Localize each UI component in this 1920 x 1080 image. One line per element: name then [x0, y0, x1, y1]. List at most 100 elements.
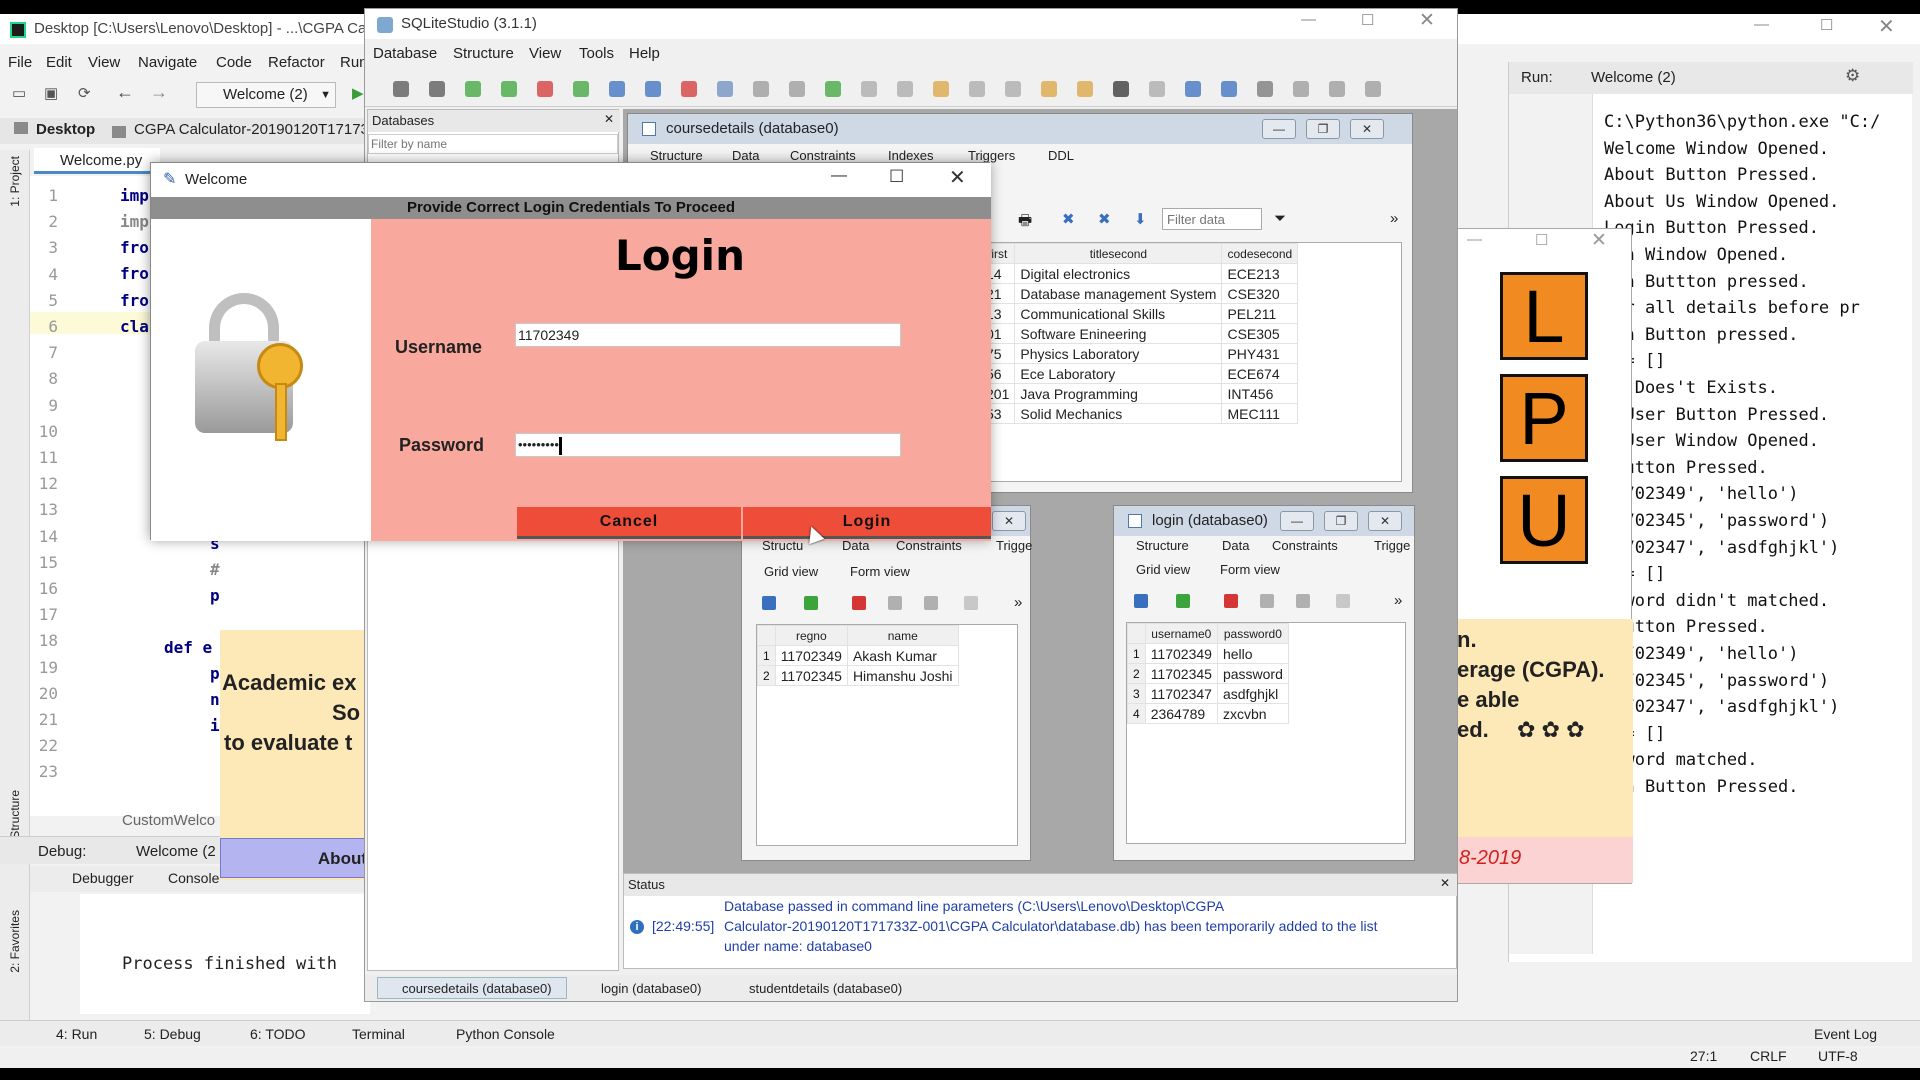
- username-field[interactable]: 11702349: [515, 323, 901, 347]
- close-icon[interactable]: ✕: [1440, 876, 1450, 890]
- table-row[interactable]: 3 11702347 asdfghjkl: [1127, 683, 1289, 704]
- run-config-select[interactable]: Welcome (2) ▼: [196, 82, 336, 108]
- toolbar-button-icon[interactable]: [897, 81, 913, 97]
- table-row[interactable]: 56 Ece Laboratory ECE674: [979, 363, 1299, 384]
- minimize-button[interactable]: —: [1262, 119, 1296, 139]
- toolbar-button-icon[interactable]: [501, 81, 517, 97]
- tab-grid-view[interactable]: Grid view: [1136, 562, 1190, 577]
- close-button[interactable]: ✕: [1368, 511, 1402, 531]
- tab-form-view[interactable]: Form view: [850, 564, 910, 579]
- table-row[interactable]: 4 2364789 zxcvbn: [1127, 703, 1289, 724]
- export-icon[interactable]: ⬇: [1134, 210, 1147, 228]
- toolbar-button-icon[interactable]: [1365, 81, 1381, 97]
- first-page-icon[interactable]: ✖: [1062, 210, 1075, 228]
- toolbar-button-icon[interactable]: [1005, 81, 1021, 97]
- databases-filter-input[interactable]: [368, 134, 618, 154]
- menu-code[interactable]: Code: [216, 54, 252, 71]
- sync-icon[interactable]: ⟳: [78, 84, 91, 102]
- toolbar-button-icon[interactable]: [789, 81, 805, 97]
- filter-data-input[interactable]: [1162, 208, 1262, 230]
- toolbar-button-icon[interactable]: [681, 81, 697, 97]
- table-row[interactable]: 1 11702349 hello: [1127, 643, 1289, 664]
- tab-structure[interactable]: Structure: [650, 148, 703, 163]
- add-row-icon[interactable]: [804, 596, 818, 610]
- toolbar-button-icon[interactable]: [537, 81, 553, 97]
- menu-file[interactable]: File: [8, 54, 32, 71]
- password-field[interactable]: •••••••••: [515, 433, 901, 457]
- toolbar-button-icon[interactable]: [1149, 81, 1165, 97]
- run-tab[interactable]: Welcome (2): [1591, 69, 1676, 86]
- table-cell[interactable]: hello: [1216, 643, 1289, 664]
- refresh-icon[interactable]: [1134, 594, 1148, 608]
- close-icon[interactable]: ✕: [949, 165, 966, 190]
- table-row[interactable]: 14 Digital electronics ECE213: [979, 263, 1299, 284]
- table-cell[interactable]: INT456: [1221, 383, 1299, 404]
- table-cell[interactable]: Himanshu Joshi: [846, 665, 959, 686]
- table-cell[interactable]: 11702347: [1144, 683, 1218, 704]
- column-header[interactable]: name: [846, 625, 959, 646]
- column-header[interactable]: username0: [1144, 623, 1218, 644]
- task-tab-login[interactable]: login (database0): [601, 981, 701, 996]
- table-cell[interactable]: CSE305: [1221, 323, 1299, 344]
- menu-refactor[interactable]: Refactor: [268, 54, 325, 71]
- table-cell[interactable]: 2364789: [1144, 703, 1218, 724]
- menu-structure[interactable]: Structure: [453, 45, 514, 62]
- table-row[interactable]: 1 11702349 Akash Kumar: [757, 645, 959, 666]
- console-tab[interactable]: Console: [168, 870, 219, 886]
- menu-view[interactable]: View: [529, 45, 561, 62]
- toolbar-button-icon[interactable]: [933, 81, 949, 97]
- task-tab-studentdetails[interactable]: studentdetails (database0): [749, 981, 902, 996]
- close-button[interactable]: ✕: [992, 511, 1026, 531]
- more-icon[interactable]: »: [1394, 592, 1402, 609]
- table-cell[interactable]: ECE213: [1221, 263, 1299, 284]
- about-button[interactable]: About: [220, 838, 370, 878]
- table-cell[interactable]: Akash Kumar: [846, 645, 959, 666]
- table-cell[interactable]: MEC111: [1221, 403, 1299, 424]
- task-tab-coursedetails[interactable]: coursedetails (database0): [377, 977, 567, 999]
- menu-view[interactable]: View: [88, 54, 120, 71]
- debugger-tab[interactable]: Debugger: [72, 870, 134, 886]
- project-tool-tab[interactable]: 1: Project: [8, 156, 22, 207]
- debug-tool-tab[interactable]: 5: Debug: [144, 1026, 201, 1042]
- tab-ddl[interactable]: DDL: [1048, 148, 1074, 163]
- table-cell[interactable]: 11702349: [774, 645, 848, 666]
- table-cell[interactable]: Digital electronics: [1014, 263, 1223, 284]
- coursedetails-grid[interactable]: first titlesecond codesecond 14 Digital elec…: [979, 242, 1402, 482]
- toolbar-button-icon[interactable]: [1257, 81, 1273, 97]
- tab-triggers[interactable]: Trigge: [1374, 538, 1410, 553]
- restore-button[interactable]: ❐: [1324, 511, 1358, 531]
- table-cell[interactable]: Communicational Skills: [1014, 303, 1223, 324]
- breadcrumb-folder[interactable]: CGPA Calculator-20190120T17173: [134, 121, 369, 138]
- more-icon[interactable]: »: [1014, 594, 1022, 611]
- table-cell[interactable]: CSE320: [1221, 283, 1299, 304]
- table-cell[interactable]: password: [1216, 663, 1289, 684]
- maximize-icon[interactable]: ☐: [1535, 231, 1548, 249]
- print-icon[interactable]: 🖶: [1018, 210, 1032, 235]
- table-cell[interactable]: Physics Laboratory: [1014, 343, 1223, 364]
- table-cell[interactable]: Software Enineering: [1014, 323, 1223, 344]
- toolbar-button-icon[interactable]: [465, 81, 481, 97]
- table-row[interactable]: 01 Software Enineering CSE305: [979, 323, 1299, 344]
- restore-button[interactable]: ❐: [1306, 119, 1340, 139]
- breadcrumb-root[interactable]: Desktop: [36, 121, 95, 138]
- event-log-tab[interactable]: Event Log: [1814, 1026, 1877, 1042]
- table-cell[interactable]: 11702345: [774, 665, 848, 686]
- table-cell[interactable]: zxcvbn: [1216, 703, 1289, 724]
- tab-constraints[interactable]: Constraints: [1272, 538, 1338, 553]
- toolbar-button-icon[interactable]: [1185, 81, 1201, 97]
- menu-database[interactable]: Database: [373, 45, 437, 62]
- gear-icon[interactable]: ⚙: [1845, 66, 1860, 86]
- toolbar-button-icon[interactable]: [969, 81, 985, 97]
- table-row[interactable]: 2 11702345 Himanshu Joshi: [757, 665, 959, 686]
- add-row-icon[interactable]: [1176, 594, 1190, 608]
- table-cell[interactable]: 11702345: [1144, 663, 1218, 684]
- close-icon[interactable]: ✕: [1419, 9, 1435, 32]
- table-cell[interactable]: ECE674: [1221, 363, 1299, 384]
- toolbar-button-icon[interactable]: [393, 81, 409, 97]
- toolbar-button-icon[interactable]: [1329, 81, 1345, 97]
- studentdetails-grid[interactable]: regno name 1 11702349 Akash Kumar 2 11702345 Hi…: [756, 624, 1018, 846]
- close-icon[interactable]: ✕: [604, 112, 614, 126]
- first-page-icon[interactable]: [1336, 594, 1350, 608]
- tab-triggers[interactable]: Triggers: [968, 148, 1015, 163]
- table-cell[interactable]: PEL211: [1221, 303, 1299, 324]
